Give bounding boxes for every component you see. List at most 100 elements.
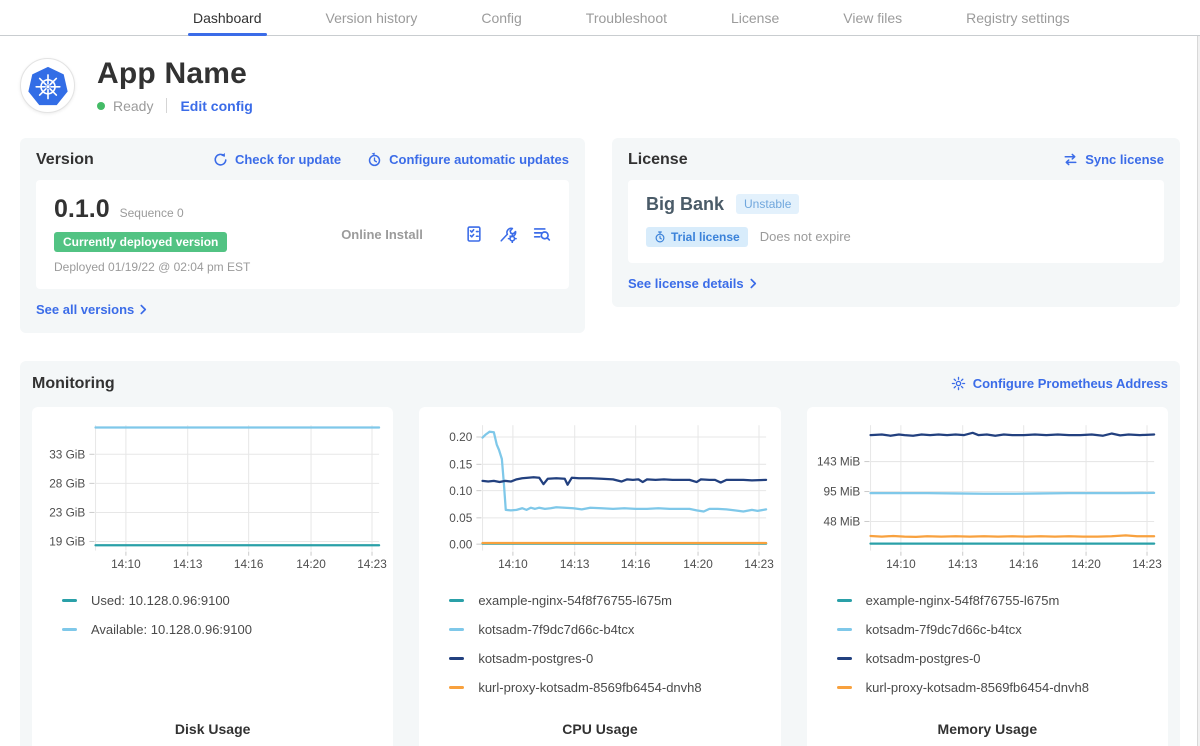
legend-label: kurl-proxy-kotsadm-8569fb6454-dnvh8: [478, 680, 701, 695]
license-panel: Big Bank Unstable Trial license Does not…: [628, 180, 1164, 263]
clock-refresh-icon: [367, 152, 382, 167]
legend-swatch: [837, 686, 852, 689]
legend-item: kotsadm-postgres-0: [449, 651, 774, 666]
view-logs-icon[interactable]: [533, 225, 551, 243]
svg-text:23 GiB: 23 GiB: [49, 505, 85, 519]
svg-text:28 GiB: 28 GiB: [49, 476, 85, 490]
version-card-actions: Check for update Configure automatic upd…: [213, 152, 569, 167]
status-dot: [97, 102, 105, 110]
tab-license[interactable]: License: [726, 0, 784, 35]
tab-version-history[interactable]: Version history: [321, 0, 423, 35]
stopwatch-icon: [654, 231, 666, 243]
monitoring-header: Monitoring Configure Prometheus Address: [32, 375, 1168, 393]
svg-text:14:13: 14:13: [560, 557, 590, 571]
refresh-icon: [213, 152, 228, 167]
version-card-header: Version Check for update Configure autom…: [36, 151, 569, 169]
legend-label: kotsadm-postgres-0: [866, 651, 981, 666]
svg-text:14:23: 14:23: [1132, 557, 1162, 571]
configure-automatic-updates-link[interactable]: Configure automatic updates: [367, 152, 569, 167]
svg-text:14:13: 14:13: [948, 557, 978, 571]
tab-troubleshoot[interactable]: Troubleshoot: [581, 0, 672, 35]
svg-text:14:10: 14:10: [498, 557, 528, 571]
chart-card-cpu-usage: 0.000.050.100.150.2014:1014:1314:1614:20…: [419, 407, 780, 746]
series-line: [483, 431, 767, 511]
see-license-details-link[interactable]: See license details: [628, 276, 757, 291]
see-all-versions-link[interactable]: See all versions: [36, 302, 147, 317]
cards-row: Version Check for update Configure autom…: [20, 138, 1180, 333]
license-expiry: Does not expire: [760, 229, 851, 244]
svg-text:14:16: 14:16: [621, 557, 651, 571]
svg-text:14:16: 14:16: [234, 557, 264, 571]
charts-grid: 19 GiB 23 GiB 28 GiB 33 GiB 14:10 14:13 14:16 1…: [32, 407, 1168, 746]
tab-registry-settings[interactable]: Registry settings: [961, 0, 1074, 35]
version-card-title: Version: [36, 151, 94, 169]
svg-text:14:23: 14:23: [357, 557, 387, 571]
tab-config[interactable]: Config: [476, 0, 526, 35]
check-for-update-link[interactable]: Check for update: [213, 152, 341, 167]
legend-item: example-nginx-54f8f76755-l675m: [837, 593, 1162, 608]
chart-card-disk-usage: 19 GiB23 GiB28 GiB33 GiB14:1014:1314:161…: [32, 407, 393, 746]
chart-title-memory-usage: Memory Usage: [813, 709, 1162, 737]
legend-swatch: [62, 599, 77, 602]
legend-label: kotsadm-postgres-0: [478, 651, 593, 666]
svg-text:14:20: 14:20: [296, 557, 326, 571]
disk-usage-legend: Used: 10.128.0.96:9100Available: 10.128.…: [38, 593, 387, 651]
sync-license-link[interactable]: Sync license: [1063, 152, 1164, 167]
disk-usage-plot: 19 GiB23 GiB28 GiB33 GiB14:1014:1314:161…: [38, 417, 387, 581]
svg-text:0.15: 0.15: [450, 457, 473, 471]
cpu-usage-legend: example-nginx-54f8f76755-l675mkotsadm-7f…: [425, 593, 774, 709]
license-card: License Sync license Big Bank Unstable: [612, 138, 1180, 307]
chart-card-memory-usage: 48 MiB95 MiB143 MiB14:1014:1314:1614:201…: [807, 407, 1168, 746]
svg-text:14:13: 14:13: [173, 557, 203, 571]
legend-swatch: [62, 628, 77, 631]
edit-config-icon[interactable]: [499, 225, 517, 243]
status-text: Ready: [113, 98, 153, 114]
legend-item: kotsadm-7f9dc7d66c-b4tcx: [837, 622, 1162, 637]
license-type-badge: Trial license: [646, 227, 748, 247]
version-action-icons: [465, 225, 551, 243]
top-nav: Dashboard Version history Config Troublesho…: [0, 0, 1200, 36]
main-content: App Name Ready Edit config Version Check…: [0, 36, 1200, 746]
legend-item: Available: 10.128.0.96:9100: [62, 622, 387, 637]
legend-label: kurl-proxy-kotsadm-8569fb6454-dnvh8: [866, 680, 1089, 695]
legend-label: example-nginx-54f8f76755-l675m: [478, 593, 672, 608]
svg-text:0.10: 0.10: [450, 483, 473, 497]
svg-text:14:10: 14:10: [886, 557, 916, 571]
app-status-row: Ready Edit config: [97, 98, 253, 114]
legend-item: example-nginx-54f8f76755-l675m: [449, 593, 774, 608]
legend-swatch: [449, 628, 464, 631]
legend-swatch: [837, 628, 852, 631]
svg-text:14:23: 14:23: [745, 557, 775, 571]
divider: [166, 98, 167, 113]
svg-text:33 GiB: 33 GiB: [49, 447, 85, 461]
legend-item: kurl-proxy-kotsadm-8569fb6454-dnvh8: [837, 680, 1162, 695]
svg-text:14:20: 14:20: [1071, 557, 1101, 571]
version-number: 0.1.0: [54, 195, 110, 224]
license-card-title: License: [628, 151, 688, 169]
svg-text:48 MiB: 48 MiB: [823, 514, 860, 528]
memory-usage-plot: 48 MiB95 MiB143 MiB14:1014:1314:1614:201…: [813, 417, 1162, 581]
app-title-block: App Name Ready Edit config: [97, 58, 253, 114]
edit-config-link[interactable]: Edit config: [180, 98, 252, 114]
series-line: [870, 432, 1154, 435]
version-sequence: Sequence 0: [120, 206, 184, 220]
app-header: App Name Ready Edit config: [20, 58, 1180, 114]
tab-dashboard[interactable]: Dashboard: [188, 0, 267, 35]
chevron-right-icon: [140, 304, 147, 315]
kots-dashboard-page: Dashboard Version history Config Troublesho…: [0, 0, 1200, 746]
tab-view-files[interactable]: View files: [838, 0, 907, 35]
version-card: Version Check for update Configure autom…: [20, 138, 585, 333]
current-version-panel: 0.1.0 Sequence 0 Currently deployed vers…: [36, 180, 569, 289]
license-type-row: Trial license Does not expire: [646, 227, 1146, 247]
deployed-timestamp: Deployed 01/19/22 @ 02:04 pm EST: [54, 260, 299, 274]
legend-label: Available: 10.128.0.96:9100: [91, 622, 252, 637]
svg-text:0.05: 0.05: [450, 510, 473, 524]
cpu-usage-plot: 0.000.050.100.150.2014:1014:1314:1614:20…: [425, 417, 774, 581]
series-line: [870, 492, 1154, 493]
svg-text:19 GiB: 19 GiB: [49, 534, 85, 548]
gear-icon: [951, 376, 966, 391]
configure-prometheus-link[interactable]: Configure Prometheus Address: [951, 376, 1168, 391]
preflight-checks-icon[interactable]: [465, 225, 483, 243]
app-title: App Name: [97, 58, 253, 90]
deployed-badge: Currently deployed version: [54, 232, 227, 252]
